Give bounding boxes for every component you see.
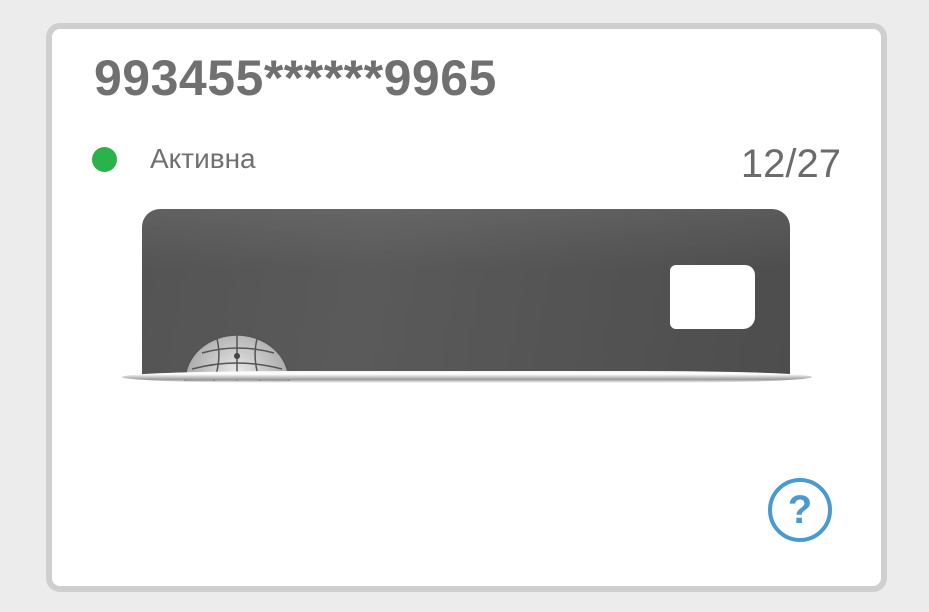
card-window bbox=[670, 265, 755, 329]
card-panel: 993455******9965 Активна 12/27 ? bbox=[46, 23, 887, 592]
card-illustration bbox=[122, 209, 812, 394]
status-label: Активна bbox=[150, 143, 256, 174]
card-slot-edge bbox=[122, 371, 812, 383]
status-row: Активна bbox=[92, 143, 256, 175]
card-number: 993455******9965 bbox=[94, 50, 497, 106]
help-button[interactable]: ? bbox=[768, 478, 832, 542]
question-mark-circle-icon: ? bbox=[787, 487, 813, 532]
status-dot-icon bbox=[92, 146, 117, 172]
expiry-date: 12/27 bbox=[740, 142, 841, 186]
